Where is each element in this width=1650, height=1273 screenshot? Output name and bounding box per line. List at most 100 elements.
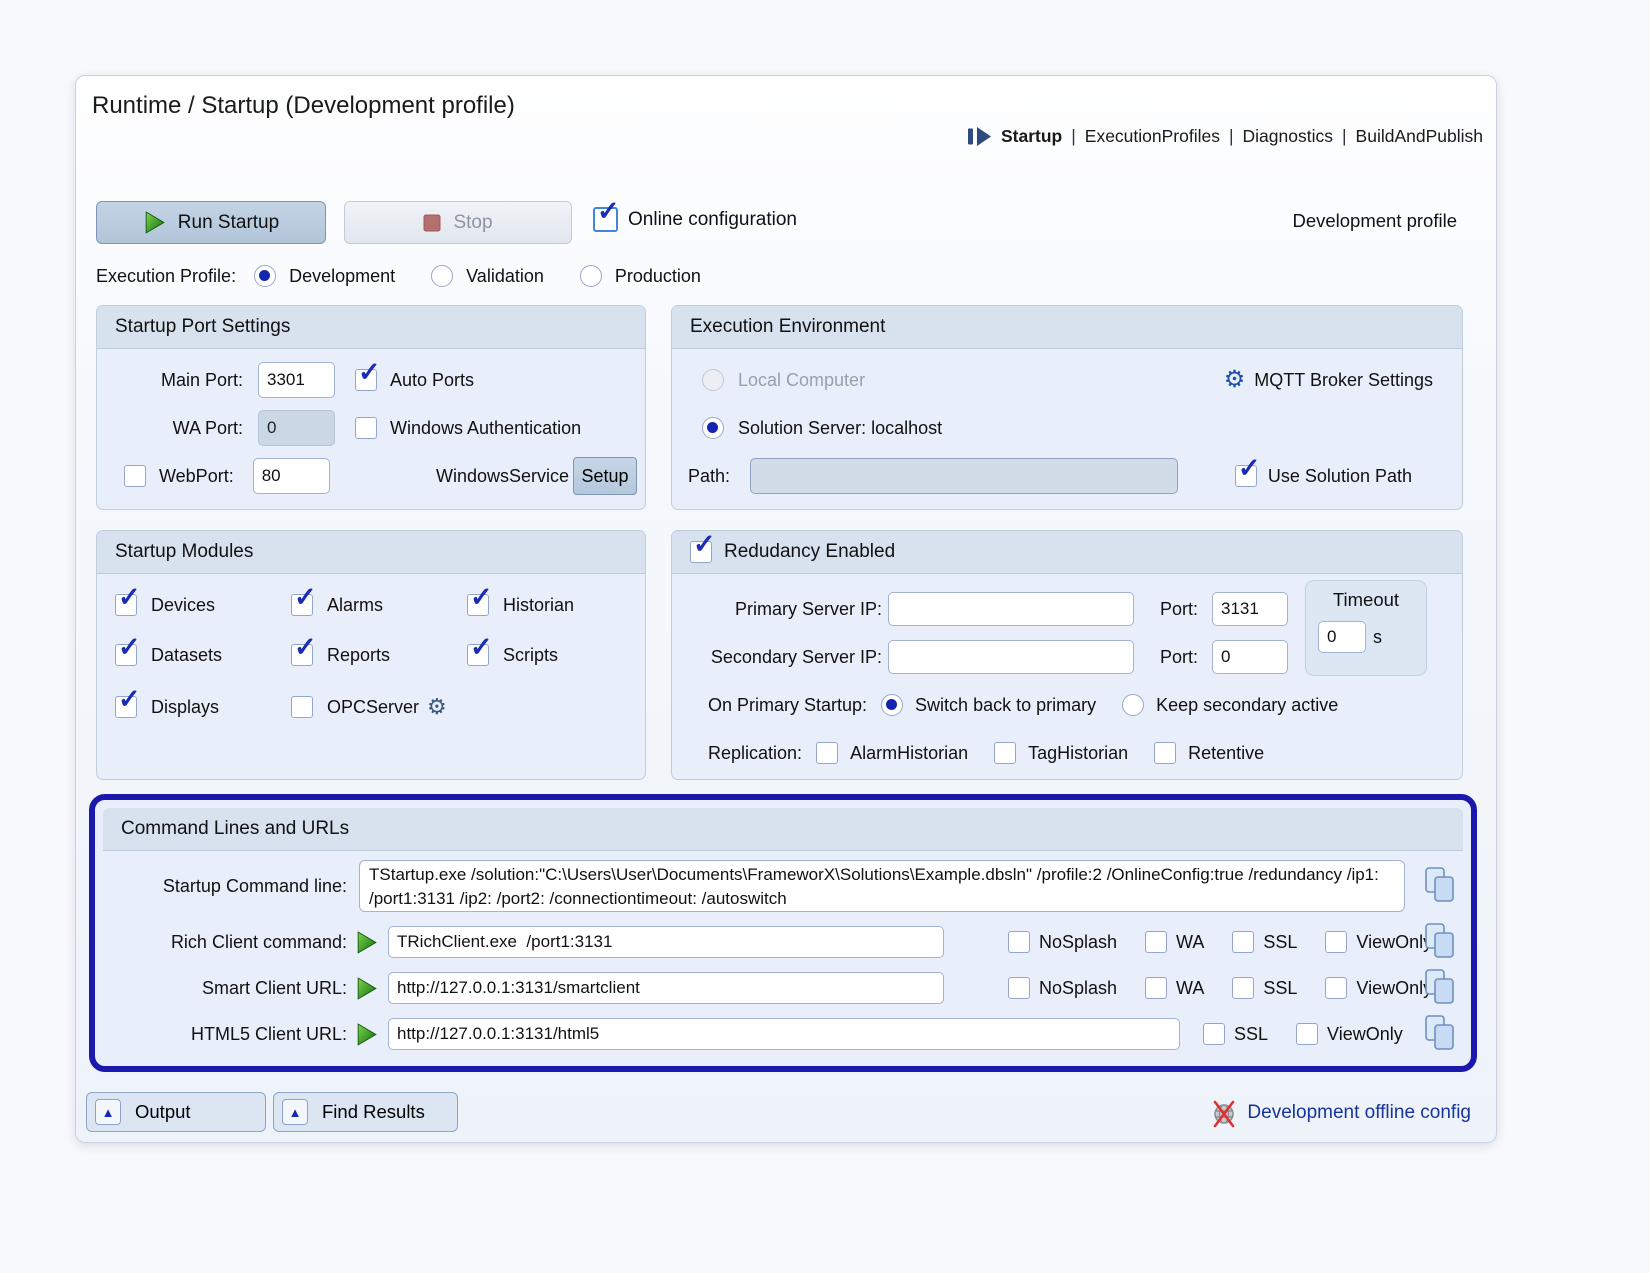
replication-retentive-checkbox[interactable]: ✓ bbox=[1154, 742, 1176, 764]
smart-client-label: Smart Client URL: bbox=[103, 978, 347, 999]
radio-solution-server[interactable] bbox=[702, 417, 724, 439]
module-datasets-label: Datasets bbox=[151, 645, 291, 666]
opcserver-gear-icon[interactable]: ⚙ bbox=[427, 696, 447, 718]
rich-client-play-icon[interactable] bbox=[355, 931, 378, 954]
output-panel-button[interactable]: ▲ Output bbox=[86, 1092, 266, 1132]
copy-html5-client-icon[interactable] bbox=[1423, 1014, 1457, 1055]
smart-client-play-icon[interactable] bbox=[355, 977, 378, 1000]
redundancy-panel: ✓ Redudancy Enabled Primary Server IP: P… bbox=[671, 530, 1463, 780]
replication-retentive-label: Retentive bbox=[1188, 743, 1264, 764]
secondary-server-ip-label: Secondary Server IP: bbox=[672, 647, 882, 668]
module-historian-checkbox[interactable]: ✓ bbox=[467, 594, 489, 616]
rich-wa-label: WA bbox=[1176, 932, 1204, 953]
nav-buildandpublish[interactable]: BuildAndPublish bbox=[1356, 126, 1483, 147]
use-solution-path-label: Use Solution Path bbox=[1268, 466, 1412, 487]
stop-button[interactable]: Stop bbox=[344, 201, 572, 244]
redundancy-enabled-checkbox[interactable]: ✓ bbox=[690, 541, 712, 563]
rich-viewonly-flag: ✓ViewOnly bbox=[1325, 931, 1432, 953]
online-configuration-checkbox[interactable]: ✓ bbox=[593, 207, 618, 232]
radio-local-computer[interactable] bbox=[702, 369, 724, 391]
gear-icon: ⚙ bbox=[1224, 368, 1246, 392]
offline-config-status[interactable]: Development offline config bbox=[1210, 1098, 1471, 1128]
smart-nosplash-checkbox[interactable]: ✓ bbox=[1008, 977, 1030, 999]
copy-rich-client-icon[interactable] bbox=[1423, 922, 1457, 963]
rich-wa-checkbox[interactable]: ✓ bbox=[1145, 931, 1167, 953]
module-reports-label: Reports bbox=[327, 645, 467, 666]
use-solution-path-checkbox[interactable]: ✓ bbox=[1235, 465, 1257, 487]
modules-row-3: ✓ Displays ✓ OPCServer ⚙ bbox=[97, 687, 645, 727]
module-reports-checkbox[interactable]: ✓ bbox=[291, 644, 313, 666]
auto-ports-label: Auto Ports bbox=[390, 370, 474, 391]
run-startup-button[interactable]: Run Startup bbox=[96, 201, 326, 244]
windows-service-label: WindowsService bbox=[436, 466, 569, 487]
windows-service-setup-button[interactable]: Setup bbox=[573, 457, 637, 495]
main-port-input[interactable] bbox=[258, 362, 335, 398]
smart-viewonly-checkbox[interactable]: ✓ bbox=[1325, 977, 1347, 999]
radio-development[interactable] bbox=[254, 265, 276, 287]
execution-environment-title: Execution Environment bbox=[672, 306, 1462, 349]
html5-viewonly-checkbox[interactable]: ✓ bbox=[1296, 1023, 1318, 1045]
smart-viewonly-flag: ✓ViewOnly bbox=[1325, 977, 1432, 999]
module-datasets-checkbox[interactable]: ✓ bbox=[115, 644, 137, 666]
secondary-server-ip-input[interactable] bbox=[888, 640, 1134, 674]
copy-startup-command-icon[interactable] bbox=[1423, 866, 1457, 907]
runtime-startup-window: Runtime / Startup (Development profile) … bbox=[75, 75, 1497, 1143]
timeout-input[interactable] bbox=[1318, 621, 1366, 653]
radio-production[interactable] bbox=[580, 265, 602, 287]
rich-viewonly-checkbox[interactable]: ✓ bbox=[1325, 931, 1347, 953]
primary-server-ip-input[interactable] bbox=[888, 592, 1134, 626]
module-opcserver-checkbox[interactable]: ✓ bbox=[291, 696, 313, 718]
replication-taghistorian-label: TagHistorian bbox=[1028, 743, 1128, 764]
mqtt-broker-settings[interactable]: ⚙ MQTT Broker Settings bbox=[1224, 368, 1433, 392]
copy-smart-client-icon[interactable] bbox=[1423, 968, 1457, 1009]
module-devices-checkbox[interactable]: ✓ bbox=[115, 594, 137, 616]
module-displays-checkbox[interactable]: ✓ bbox=[115, 696, 137, 718]
replication-taghistorian-checkbox[interactable]: ✓ bbox=[994, 742, 1016, 764]
html5-ssl-checkbox[interactable]: ✓ bbox=[1203, 1023, 1225, 1045]
webport-checkbox[interactable]: ✓ bbox=[124, 465, 146, 487]
rich-ssl-checkbox[interactable]: ✓ bbox=[1232, 931, 1254, 953]
profile-note: Development profile bbox=[1292, 210, 1457, 232]
webport-input[interactable] bbox=[253, 458, 330, 494]
nav-diagnostics[interactable]: Diagnostics bbox=[1243, 126, 1333, 147]
smart-client-row: Smart Client URL: ✓NoSplash ✓WA ✓SSL ✓Vi… bbox=[103, 968, 1463, 1008]
module-scripts-checkbox[interactable]: ✓ bbox=[467, 644, 489, 666]
path-input[interactable] bbox=[750, 458, 1178, 494]
secondary-port-input[interactable] bbox=[1212, 640, 1288, 674]
output-label: Output bbox=[135, 1101, 191, 1123]
smart-wa-checkbox[interactable]: ✓ bbox=[1145, 977, 1167, 999]
module-alarms-checkbox[interactable]: ✓ bbox=[291, 594, 313, 616]
windows-auth-checkbox[interactable]: ✓ bbox=[355, 417, 377, 439]
startup-command-input[interactable]: TStartup.exe /solution:"C:\Users\User\Do… bbox=[359, 860, 1405, 912]
breadcrumb: Startup | ExecutionProfiles | Diagnostic… bbox=[968, 126, 1483, 147]
nav-startup[interactable]: Startup bbox=[1001, 126, 1062, 147]
solution-server-row: Solution Server: localhost bbox=[672, 408, 1462, 448]
html5-client-play-icon[interactable] bbox=[355, 1023, 378, 1046]
radio-development-label: Development bbox=[289, 266, 395, 287]
auto-ports-checkbox[interactable]: ✓ bbox=[355, 369, 377, 391]
radio-validation[interactable] bbox=[431, 265, 453, 287]
nav-executionprofiles[interactable]: ExecutionProfiles bbox=[1085, 126, 1220, 147]
replication-row: Replication: ✓ AlarmHistorian ✓ TagHisto… bbox=[672, 735, 1462, 771]
find-results-panel-button[interactable]: ▲ Find Results bbox=[273, 1092, 458, 1132]
smart-client-input[interactable] bbox=[388, 972, 944, 1004]
smart-ssl-checkbox[interactable]: ✓ bbox=[1232, 977, 1254, 999]
primary-port-input[interactable] bbox=[1212, 592, 1288, 626]
wa-port-input[interactable] bbox=[258, 410, 335, 446]
replication-alarmhistorian-checkbox[interactable]: ✓ bbox=[816, 742, 838, 764]
radio-validation-label: Validation bbox=[466, 266, 544, 287]
replication-label: Replication: bbox=[708, 743, 802, 764]
modules-row-2: ✓ Datasets ✓ Reports ✓ Scripts bbox=[97, 635, 645, 675]
modules-row-1: ✓ Devices ✓ Alarms ✓ Historian bbox=[97, 585, 645, 625]
rich-client-input[interactable] bbox=[388, 926, 944, 958]
radio-switch-back-primary[interactable] bbox=[881, 694, 903, 716]
command-lines-highlight: Command Lines and URLs Startup Command l… bbox=[89, 794, 1477, 1072]
timeout-unit: s bbox=[1373, 627, 1382, 648]
html5-ssl-flag: ✓SSL bbox=[1203, 1023, 1268, 1045]
radio-keep-secondary[interactable] bbox=[1122, 694, 1144, 716]
on-primary-startup-row: On Primary Startup: Switch back to prima… bbox=[672, 687, 1462, 723]
html5-client-label: HTML5 Client URL: bbox=[103, 1024, 347, 1045]
rich-nosplash-checkbox[interactable]: ✓ bbox=[1008, 931, 1030, 953]
switch-back-primary-label: Switch back to primary bbox=[915, 695, 1096, 716]
html5-client-input[interactable] bbox=[388, 1018, 1180, 1050]
